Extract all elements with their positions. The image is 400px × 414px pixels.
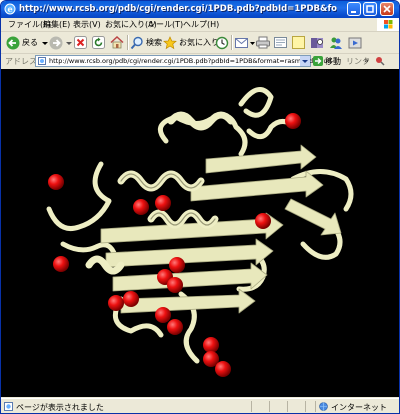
- discuss-button[interactable]: [292, 35, 306, 50]
- forward-arrow-icon: [49, 36, 63, 49]
- windows-flag-icon: [377, 18, 399, 31]
- minimize-icon: [351, 11, 356, 13]
- page-content: [1, 69, 399, 397]
- title-bar[interactable]: e http://www.rcsb.org/pdb/cgi/render.cgi…: [1, 1, 399, 18]
- refresh-icon: [92, 36, 105, 49]
- tools-icon[interactable]: [375, 56, 385, 66]
- chevron-down-icon: [66, 41, 72, 45]
- window-title: http://www.rcsb.org/pdb/cgi/render.cgi/1…: [19, 4, 337, 14]
- status-separator: [287, 401, 288, 412]
- back-arrow-icon: [6, 36, 20, 49]
- search-icon: [130, 36, 143, 49]
- status-separator: [269, 401, 270, 412]
- menu-view[interactable]: 表示(V): [73, 19, 101, 30]
- print-button[interactable]: [256, 35, 270, 50]
- back-label: 戻る: [22, 38, 38, 47]
- chevron-down-icon: [42, 41, 48, 45]
- mail-button[interactable]: [235, 35, 256, 50]
- messenger-button[interactable]: [329, 35, 343, 50]
- search-label: 検索: [146, 38, 162, 47]
- links-chevron[interactable]: »: [364, 56, 369, 65]
- printer-icon: [256, 36, 270, 49]
- chevron-down-icon: [250, 41, 255, 45]
- history-icon: [215, 36, 229, 49]
- toolbar-separator: [127, 35, 129, 50]
- go-button[interactable]: 移動: [325, 56, 341, 67]
- media-icon: [348, 37, 362, 48]
- toolbar-separator: [231, 35, 233, 50]
- close-button[interactable]: [380, 2, 394, 16]
- page-done-icon: [4, 402, 13, 411]
- minimize-button[interactable]: [347, 2, 361, 16]
- menu-tools[interactable]: ツール(T): [148, 19, 183, 30]
- menu-help[interactable]: ヘルプ(H): [183, 19, 219, 30]
- address-dropdown-button[interactable]: [300, 56, 310, 66]
- go-arrow-icon[interactable]: [313, 56, 323, 66]
- menu-edit[interactable]: 編集(E): [43, 19, 70, 30]
- search-button[interactable]: 検索: [130, 35, 162, 50]
- research-icon: [311, 37, 323, 48]
- maximize-button[interactable]: [363, 2, 377, 16]
- close-icon: [383, 5, 391, 13]
- favorites-label: お気に入り: [179, 38, 219, 47]
- home-icon: [110, 36, 124, 49]
- status-text: ページが表示されました: [16, 403, 104, 412]
- security-zone-text: インターネット: [331, 403, 387, 412]
- mail-icon: [235, 37, 248, 48]
- forward-button[interactable]: [49, 35, 73, 50]
- refresh-button[interactable]: [92, 35, 105, 50]
- back-button[interactable]: 戻る: [6, 35, 49, 50]
- status-separator: [251, 401, 252, 412]
- address-field[interactable]: http://www.rcsb.org/pdb/cgi/render.cgi/1…: [35, 55, 332, 67]
- address-bar: アドレス(D) http://www.rcsb.org/pdb/cgi/rend…: [1, 54, 399, 68]
- notes-icon: [292, 36, 305, 49]
- status-bar: ページが表示されました インターネット: [1, 398, 399, 413]
- edit-button[interactable]: [274, 35, 288, 50]
- home-button[interactable]: [110, 35, 124, 50]
- svg-text:e: e: [7, 4, 12, 14]
- address-url: http://www.rcsb.org/pdb/cgi/render.cgi/1…: [49, 57, 332, 65]
- stop-icon: [74, 36, 87, 49]
- maximize-icon: [366, 5, 374, 13]
- stop-button[interactable]: [74, 35, 87, 50]
- star-icon: [163, 35, 177, 49]
- menu-bar: ファイル(F) 編集(E) 表示(V) お気に入り(A) ツール(T) ヘルプ(…: [1, 18, 399, 32]
- toolbar: 戻る 検索 お気に入り: [1, 32, 399, 54]
- messenger-icon: [330, 37, 342, 49]
- chevron-down-icon: [302, 60, 308, 63]
- status-separator: [315, 401, 316, 412]
- browser-window: e http://www.rcsb.org/pdb/cgi/render.cgi…: [0, 0, 400, 414]
- internet-zone-icon: [319, 402, 328, 411]
- history-button[interactable]: [215, 35, 229, 50]
- research-button[interactable]: [310, 35, 325, 50]
- edit-page-icon: [274, 37, 287, 48]
- protein-structure-image[interactable]: [1, 69, 399, 397]
- ie-logo-icon: e: [4, 3, 16, 15]
- page-icon: [38, 57, 46, 65]
- status-separator: [305, 401, 306, 412]
- media-button[interactable]: [348, 35, 362, 50]
- favorites-button[interactable]: お気に入り: [163, 35, 219, 50]
